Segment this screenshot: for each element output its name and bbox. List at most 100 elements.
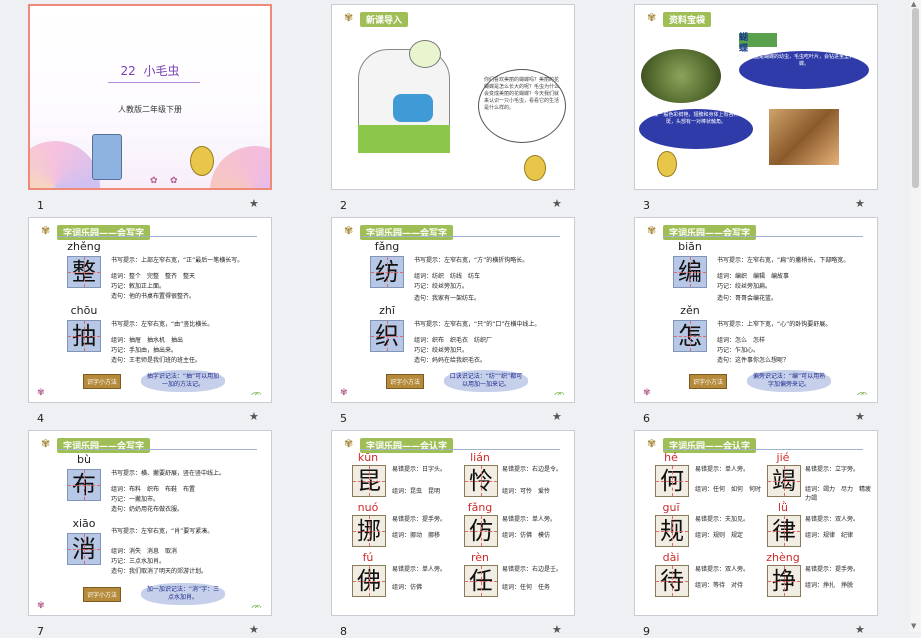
header-rule [57, 449, 257, 450]
bee-icon: ✾ [41, 224, 51, 237]
slide-1-title: 22 小毛虫 [120, 64, 180, 78]
pinyin-label: zěn [680, 304, 700, 317]
flower-icon: ✾ [37, 388, 45, 398]
word-group: 组词：整个 完整 整齐 整天 [111, 273, 196, 280]
animation-star-icon: ★ [855, 410, 865, 423]
example-sentence: 造句：我家有一架纺车。 [414, 295, 481, 302]
pencil-cup-illustration [92, 134, 122, 180]
slide-thumbnail-7[interactable]: ✾ 字词乐园——会写字 bù 布 书写提示：横、撇要舒展，竖在竖中线上。 组词：布… [28, 430, 272, 638]
character-card: 挣 [767, 565, 801, 597]
memory-tip: 巧记：手加由，抽出来。 [111, 347, 178, 354]
animation-star-icon: ★ [249, 623, 259, 636]
word-group: 组词：抽屉 抽水机 抽出 [111, 337, 184, 344]
error-hint: 易错提示：右边是壬。 [502, 566, 563, 573]
example-sentence: 造句：哥哥会编花篮。 [717, 295, 778, 302]
pinyin-label: bù [77, 453, 91, 466]
slide-thumbnail-2[interactable]: ✾ 新课导入 你们喜欢美丽的蝴蝶吗？美丽的花蝴蝶是怎么长大的呢？毛虫为什么会变成美… [331, 4, 575, 212]
slide-sorter-grid: 22 小毛虫 人教版二年级下册 ✿ ✿ 1 ★ ✾ 新课导入 你们喜欢美丽的蝴蝶吗… [0, 0, 910, 638]
caterpillar-photo [641, 49, 721, 103]
header-rule [360, 449, 560, 450]
intro-text: 你们喜欢美丽的蝴蝶吗？美丽的花蝴蝶是怎么长大的呢？毛虫为什么会变成美丽的花蝴蝶？… [484, 77, 560, 111]
butterfly-photo [769, 109, 839, 165]
writing-hint: 书写提示：上窄下宽，“心”的卧钩要舒展。 [717, 321, 832, 328]
pinyin-label: hé [664, 451, 678, 464]
word-group: 组词：仿佛 [392, 584, 423, 591]
animation-star-icon: ★ [855, 623, 865, 636]
writing-hint: 书写提示：左窄右宽，“由”竖比横长。 [111, 321, 214, 328]
header-rule [663, 449, 863, 450]
word-group: 组词：布料 织布 布鞋 布置 [111, 486, 196, 493]
pinyin-label: xiāo [72, 517, 96, 530]
character-card: 织 [370, 320, 404, 352]
pinyin-label: biān [678, 240, 702, 253]
slide-thumbnail-1[interactable]: 22 小毛虫 人教版二年级下册 ✿ ✿ 1 ★ [28, 4, 272, 212]
cartoon-character-illustration [190, 146, 214, 176]
error-hint: 易错提示：提手旁。 [392, 516, 447, 523]
writing-hint: 书写提示：左窄右宽，“肖”要写紧凑。 [111, 528, 214, 535]
memory-tip: 巧记：一撇加市。 [111, 496, 160, 503]
info-bubble-left: 蝴蝶一般色彩鲜艳，翅膀和身体上有各种花斑，头部有一对棒状触角。 [639, 109, 753, 149]
error-hint: 易错提示：夫加见。 [695, 516, 750, 523]
word-group: 组词：纺织 纺线 纺车 [414, 273, 481, 280]
slide-thumbnail-9[interactable]: ✾ 字词乐园——会认字 hé 何 易错提示：单人旁。 组词：任何 如何 何时 ji… [634, 430, 878, 638]
character-card: 待 [655, 565, 689, 597]
header-label: 字词乐园——会写字 [360, 225, 454, 240]
pinyin-label: guī [662, 501, 680, 514]
character-card: 竭 [767, 465, 801, 497]
slide-7-canvas: ✾ 字词乐园——会写字 bù 布 书写提示：横、撇要舒展，竖在竖中线上。 组词：布… [28, 430, 272, 616]
slide-1-subtitle: 人教版二年级下册 [118, 105, 182, 114]
scroll-down-arrow-icon[interactable]: ▼ [911, 622, 916, 630]
writing-hint: 书写提示：左窄右宽，“扁”的撇稍长，下部略宽。 [717, 257, 850, 264]
slide-thumbnail-6[interactable]: ✾ 字词乐园——会写字 biān 编 书写提示：左窄右宽，“扁”的撇稍长，下部略宽… [634, 217, 878, 425]
character-card: 规 [655, 515, 689, 547]
word-group: 组词：等待 对待 [695, 582, 744, 589]
slide-thumbnail-3[interactable]: ✾ 资料宝袋 蝴蝶 小毛虫是蝴蝶的幼虫，毛虫吃叶片，会钻进茧里，变成蝶。 蝴蝶一般… [634, 4, 878, 212]
slide-thumbnail-4[interactable]: ✾ 字词乐园——会写字 zhěng 整 书写提示：上部左窄右宽，“正”最后一笔横长… [28, 217, 272, 425]
pinyin-label: zhěng [67, 240, 101, 253]
example-sentence: 造句：这件事你怎么想呢？ [717, 357, 790, 364]
scroll-up-arrow-icon[interactable]: ▲ [911, 0, 916, 8]
slide-number: 3 [643, 199, 650, 212]
bee-icon: ✾ [647, 437, 657, 450]
word-group: 组词：昆虫 昆明 [392, 488, 441, 495]
vertical-scrollbar[interactable]: ▲ ▼ [910, 0, 921, 632]
header-label: 字词乐园——会写字 [663, 225, 757, 240]
pinyin-label: fú [362, 551, 374, 564]
slide-3-canvas: ✾ 资料宝袋 蝴蝶 小毛虫是蝴蝶的幼虫，毛虫吃叶片，会钻进茧里，变成蝶。 蝴蝶一般… [634, 4, 878, 190]
header-label: 新课导入 [360, 12, 409, 27]
pinyin-label: jié [776, 451, 790, 464]
error-hint: 易错提示：日字头。 [392, 466, 447, 473]
slide-number: 2 [340, 199, 347, 212]
scrollbar-thumb[interactable] [912, 8, 919, 188]
cartoon-character-illustration [657, 151, 677, 177]
slide-1-canvas: 22 小毛虫 人教版二年级下册 ✿ ✿ [28, 4, 272, 190]
writing-hint: 书写提示：横、撇要舒展，竖在竖中线上。 [111, 470, 226, 477]
header-rule [57, 236, 257, 237]
example-sentence: 造句：他的书桌布置得很整齐。 [111, 293, 196, 300]
example-sentence: 造句：王老师是我们班的班主任。 [111, 357, 202, 364]
pinyin-label: rèn [470, 551, 490, 564]
memory-tip: 巧记：乍加心。 [717, 347, 760, 354]
bee-icon: ✾ [647, 224, 657, 237]
example-sentence: 造句：奶奶用花布做衣服。 [111, 506, 184, 513]
error-hint: 易错提示：单人旁。 [502, 516, 557, 523]
slide-6-canvas: ✾ 字词乐园——会写字 biān 编 书写提示：左窄右宽，“扁”的撇稍长，下部略宽… [634, 217, 878, 403]
animation-star-icon: ★ [552, 197, 562, 210]
example-sentence: 造句：我们取消了明天的郊游计划。 [111, 568, 208, 575]
word-group: 组词：消失 消息 取消 [111, 548, 178, 555]
memory-bubble: 偏旁识记法：“编”可以用熟字加偏旁来记。 [747, 370, 831, 392]
slide-thumbnail-5[interactable]: ✾ 字词乐园——会写字 fǎng 纺 书写提示：左窄右宽，“方”的横折钩略长。 组… [331, 217, 575, 425]
slide-1-title-underline [108, 82, 200, 83]
writing-hint: 书写提示：左窄右宽，“只”的“口”在横中线上。 [414, 321, 541, 328]
memory-tip: 巧记：绞丝旁加扁。 [717, 283, 772, 290]
pinyin-label: lián [470, 451, 490, 464]
character-card: 消 [67, 533, 101, 565]
method-tip-sign: 识字小方法 [83, 587, 122, 602]
animation-star-icon: ★ [552, 623, 562, 636]
slide-thumbnail-8[interactable]: ✾ 字词乐园——会认字 kūn 昆 易错提示：日字头。 组词：昆虫 昆明 lián… [331, 430, 575, 638]
fan-decoration-right [210, 146, 270, 188]
header-label: 资料宝袋 [663, 12, 712, 27]
pinyin-label: lǜ [777, 501, 789, 514]
flower-icon: ✾ [643, 388, 651, 398]
header-rule [360, 236, 560, 237]
